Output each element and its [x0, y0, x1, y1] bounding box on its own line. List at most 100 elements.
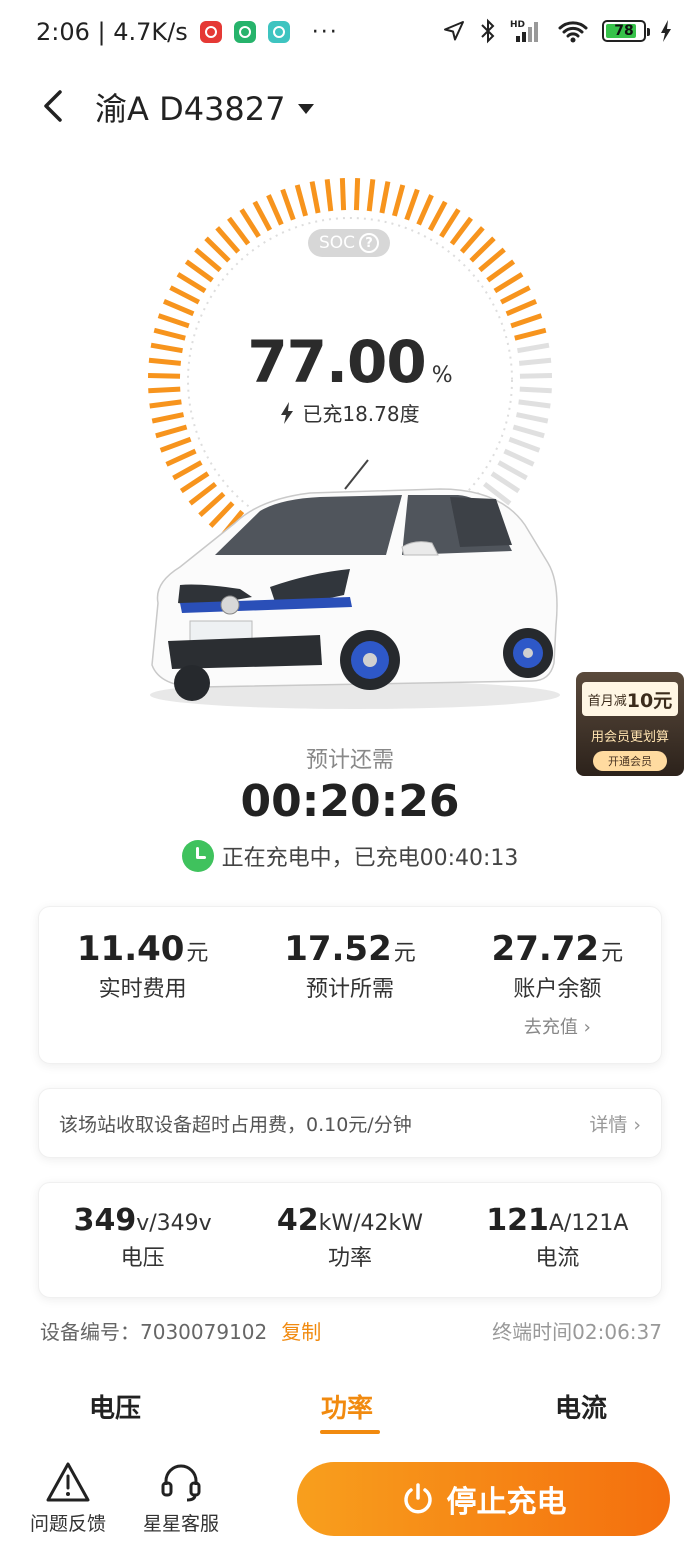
gauge-tick — [508, 436, 541, 453]
send-app-icon — [267, 21, 290, 43]
vehicle-image — [150, 459, 560, 709]
gauge-tick — [493, 272, 524, 294]
more-notifications-icon: ··· — [311, 19, 339, 45]
service-label: 星星客服 — [143, 1513, 220, 1535]
gauge-tick — [309, 181, 321, 214]
notice-text: 该场站收取设备超时占用费，0.10元/分钟 — [59, 1113, 412, 1136]
location-icon — [444, 21, 464, 41]
stop-charging-label: 停止充电 — [446, 1485, 567, 1520]
gauge-tick — [427, 200, 448, 232]
feedback-button[interactable]: 问题反馈 — [30, 1461, 106, 1536]
device-number: 设备编号：7030079102 — [40, 1320, 268, 1344]
gauge-tick — [500, 285, 531, 305]
gauge-tick — [353, 178, 361, 211]
notice-details-link[interactable]: 详情 › — [589, 1110, 641, 1137]
gauge-tick — [404, 188, 420, 221]
customer-service-button[interactable]: 星星客服 — [143, 1461, 219, 1536]
metric-current: 121A/121A 电流 — [454, 1183, 661, 1297]
battery-icon: 78 — [602, 20, 650, 42]
gauge-tick — [227, 216, 251, 246]
gauge-tick — [155, 424, 188, 439]
remaining-time: 00:20:26 — [240, 776, 460, 827]
gauge-tick — [266, 194, 284, 226]
fee-label: 账户余额 — [513, 977, 602, 1002]
vehicle-plate: 渝A D43827 — [95, 90, 286, 128]
soc-info-pill[interactable]: SOC ? — [308, 229, 390, 257]
gauge-tick — [157, 313, 190, 329]
gauge-tick — [505, 299, 538, 317]
gauge-tick — [162, 299, 195, 317]
warning-icon — [46, 1462, 90, 1502]
power-icon — [403, 1483, 432, 1514]
battery-level: 78 — [614, 23, 634, 39]
status-bar: 2:06 | 4.7K/s ··· HD 78 — [0, 0, 700, 66]
back-arrow-icon[interactable] — [38, 88, 68, 124]
promo-prefix: 首月减 — [587, 693, 627, 709]
metric-voltage: 349v/349v 电压 — [39, 1183, 246, 1297]
gauge-tick — [366, 179, 376, 212]
wifi-icon — [558, 21, 588, 43]
headset-icon — [161, 1464, 201, 1502]
gauge-tick — [512, 424, 545, 439]
gauge-tick — [392, 184, 406, 217]
header: 渝A D43827 — [0, 78, 700, 134]
terminal-time: 终端时间02:06:37 — [492, 1320, 662, 1344]
status-right: HD 78 — [442, 18, 672, 44]
gauge-tick — [416, 194, 434, 226]
bluetooth-icon — [481, 18, 495, 44]
chart-tabs: 电压 功率 电流 — [0, 1388, 700, 1438]
gauge-tick — [184, 259, 214, 283]
fee-unit: 元 — [186, 941, 209, 966]
gauge-tick — [439, 208, 461, 238]
charging-bolt-icon — [661, 20, 671, 42]
metric-unit: kW/42kW — [318, 1211, 424, 1236]
help-icon: ? — [359, 233, 380, 253]
active-tab-indicator — [320, 1430, 380, 1434]
gauge-tick — [324, 179, 334, 212]
promo-amount: 10元 — [626, 689, 673, 712]
device-info-row: 设备编号：7030079102 复制 终端时间02:06:37 — [40, 1316, 662, 1345]
gauge-tick — [478, 247, 506, 273]
metric-label: 电流 — [535, 1246, 580, 1271]
metric-value: 349 — [73, 1203, 137, 1238]
metric-unit: A/121A — [548, 1211, 629, 1236]
charging-status: 正在充电中，已充电00:40:13 — [0, 840, 700, 872]
charged-energy-text: 已充18.78度 — [302, 402, 420, 426]
fee-amount: 27.72 — [491, 929, 600, 969]
charging-status-text: 正在充电中，已充电00:40:13 — [221, 846, 519, 871]
device-number-group: 设备编号：7030079102 复制 — [40, 1316, 321, 1345]
stop-charging-button[interactable]: 停止充电 — [297, 1462, 670, 1536]
tab-voltage[interactable]: 电压 — [89, 1388, 141, 1425]
lightning-icon — [281, 401, 294, 424]
remaining-label: 预计还需 — [305, 748, 394, 773]
fee-unit: 元 — [601, 941, 624, 966]
clock-icon — [181, 840, 214, 872]
gauge-tick — [459, 226, 485, 254]
gauge-tick — [159, 436, 192, 453]
metrics-card: 349v/349v 电压 42kW/42kW 功率 121A/121A 电流 — [38, 1182, 662, 1298]
tab-current[interactable]: 电流 — [555, 1388, 607, 1425]
metric-value: 121 — [486, 1203, 549, 1238]
copy-button[interactable]: 复制 — [281, 1320, 321, 1344]
gauge-tick — [239, 208, 261, 238]
gauge-tick — [215, 226, 241, 254]
charged-energy: 已充18.78度 — [0, 398, 700, 427]
topup-link[interactable]: 去充值 › — [454, 1013, 661, 1039]
fee-realtime: 11.40元 实时费用 — [39, 907, 246, 1063]
gauge-tick — [486, 259, 516, 283]
soc-label: SOC — [318, 233, 356, 253]
gauge-tick — [169, 285, 200, 305]
fee-estimated: 17.52元 预计所需 — [246, 907, 453, 1063]
gauge-tick — [449, 216, 473, 246]
gauge-tick — [280, 188, 296, 221]
gauge-tick — [294, 184, 308, 217]
tab-power[interactable]: 功率 — [321, 1388, 373, 1425]
vehicle-plate-selector[interactable]: 渝A D43827 — [95, 84, 314, 130]
status-time-speed: 2:06 | 4.7K/s — [36, 18, 188, 46]
status-left: 2:06 | 4.7K/s ··· — [36, 18, 339, 46]
fees-card: 11.40元 实时费用 17.52元 预计所需 27.72元 账户余额 去充值 … — [38, 906, 662, 1064]
occupancy-fee-notice[interactable]: 该场站收取设备超时占用费，0.10元/分钟 详情 › — [38, 1088, 662, 1158]
feedback-label: 问题反馈 — [30, 1513, 107, 1535]
fee-unit: 元 — [393, 941, 416, 966]
gauge-tick — [176, 272, 207, 294]
